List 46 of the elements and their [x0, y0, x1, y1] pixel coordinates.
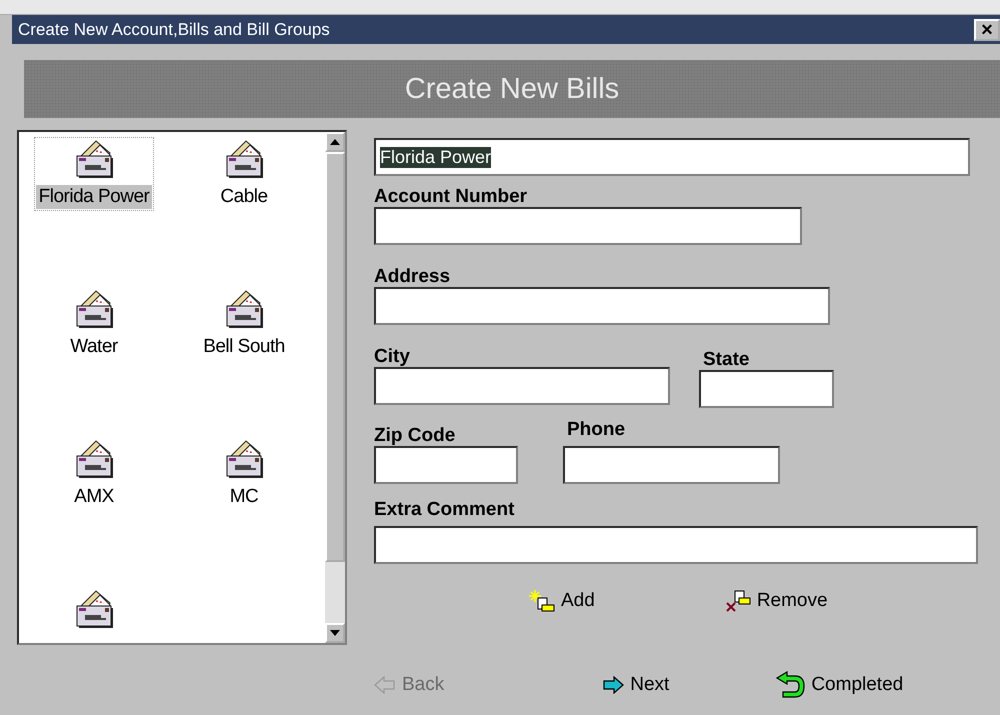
- bill-envelope-icon: [224, 139, 264, 179]
- close-button[interactable]: ×: [974, 18, 1000, 40]
- bill-envelope-icon: [74, 289, 114, 329]
- text-field[interactable]: [563, 446, 780, 484]
- bill-item[interactable]: MC: [222, 437, 266, 511]
- bill-item[interactable]: Florida Power: [34, 137, 154, 211]
- field-label: Extra Comment: [374, 500, 516, 520]
- scroll-down-button[interactable]: [325, 623, 345, 643]
- text-field[interactable]: [374, 207, 802, 245]
- bill-envelope-icon: [74, 139, 114, 179]
- completed-button[interactable]: Completed: [775, 671, 904, 699]
- bill-envelope-icon: [74, 589, 114, 629]
- field-label: Account Number: [374, 187, 528, 207]
- bill-envelope-icon: [74, 439, 114, 479]
- return-arrow-icon: [775, 671, 806, 699]
- field-label: Phone: [567, 420, 626, 440]
- text-field[interactable]: [374, 526, 978, 564]
- field-label: Zip Code: [374, 426, 456, 446]
- name-field[interactable]: Florida Power: [374, 138, 970, 176]
- add-button[interactable]: Add: [529, 590, 595, 612]
- delete-document-icon: [724, 590, 751, 612]
- left-arrow-icon: [374, 676, 396, 694]
- bill-envelope-icon: [224, 289, 264, 329]
- text-field[interactable]: [374, 446, 518, 484]
- right-arrow-icon: [602, 676, 624, 694]
- bill-item[interactable]: Cable: [215, 137, 273, 211]
- down-arrow-icon: [330, 630, 340, 636]
- bill-item[interactable]: Water: [65, 287, 123, 361]
- new-document-icon: [529, 590, 555, 612]
- scrollbar-thumb[interactable]: [325, 152, 345, 562]
- up-arrow-icon: [330, 139, 340, 145]
- bill-envelope-icon: [224, 439, 264, 479]
- banner-title: Create New Bills: [404, 72, 620, 106]
- field-label: State: [703, 350, 750, 370]
- bill-item[interactable]: AMX: [69, 437, 119, 511]
- scroll-up-button[interactable]: [325, 132, 345, 152]
- window-title: Create New Account,Bills and Bill Groups: [17, 20, 330, 40]
- text-field[interactable]: [699, 370, 834, 408]
- text-field[interactable]: [374, 367, 670, 405]
- scrollbar[interactable]: [325, 132, 345, 643]
- field-label: City: [374, 347, 411, 367]
- remove-button[interactable]: Remove: [724, 590, 828, 612]
- field-label: Address: [374, 267, 452, 287]
- text-field[interactable]: [374, 287, 830, 325]
- next-button[interactable]: Next: [602, 674, 670, 696]
- bill-item[interactable]: Bell South: [198, 287, 290, 361]
